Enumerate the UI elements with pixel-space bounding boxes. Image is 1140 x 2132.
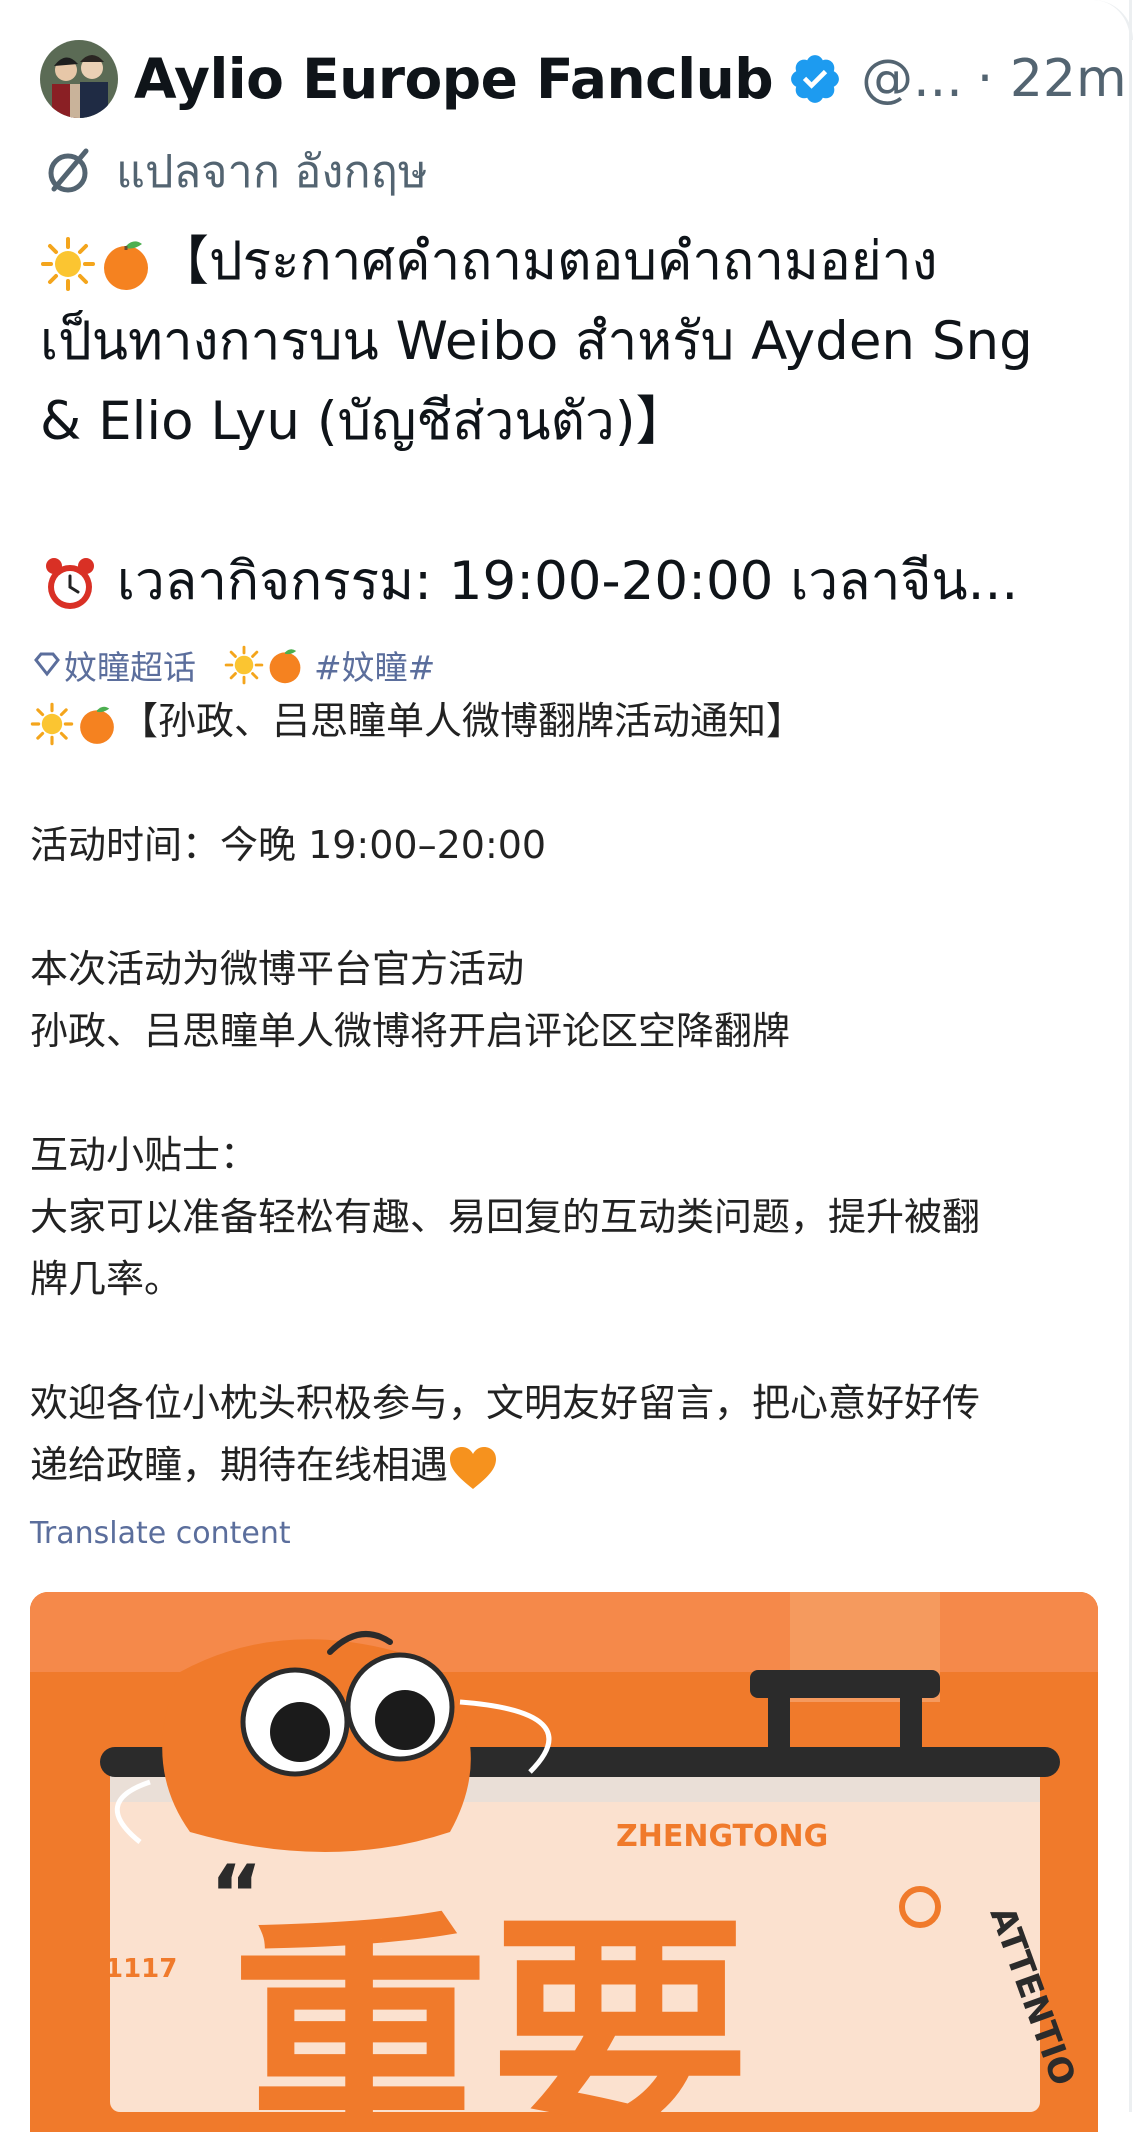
- post-line-1: 【ประกาศคำถามตอบคำถามอย่าง: [40, 222, 1100, 302]
- post-line-4: เวลากิจกรรม: 19:00-20:00 เวลาจีน...: [40, 542, 1100, 622]
- weibo-tips-1: 大家可以准备轻松有趣、易回复的互动类问题，提升被翻: [30, 1195, 981, 1239]
- post-line-2: เป็นทางการบน Weibo สำหรับ Ayden Sng: [40, 311, 1033, 372]
- orange-icon: [104, 241, 148, 291]
- author-name[interactable]: Aylio Europe Fanclub: [134, 47, 774, 111]
- diamond-icon: [34, 652, 60, 677]
- card-corner: [1070, 0, 1133, 40]
- avatar[interactable]: [40, 40, 118, 118]
- post-line-3: & Elio Lyu (บัญชีส่วนตัว)】: [40, 391, 689, 452]
- weibo-welcome-2-text: 递给政瞳，期待在线相遇: [30, 1443, 449, 1487]
- translation-notice-text: แปลจาก อังกฤษ: [116, 145, 428, 198]
- poster-brand: ZHENGTONG: [616, 1819, 828, 1854]
- card-border: [1129, 0, 1132, 2112]
- weibo-intro-2: 孙政、吕思瞳单人微博将开启评论区空降翻牌: [30, 1009, 791, 1053]
- sun-icon: [41, 237, 95, 292]
- orange-heart-icon: [450, 1446, 497, 1489]
- post-time[interactable]: · 22m: [977, 49, 1127, 109]
- quoted-weibo-content: 妏瞳超话 #妏瞳# 【孙政、吕思瞳单人微博翻牌活动通知】 活动时间：今晚 19:…: [30, 640, 1110, 1496]
- weibo-title-text: 【孙政、吕思瞳单人微博翻牌活动通知】: [120, 699, 805, 743]
- weibo-tips-2: 牌几率。: [30, 1257, 183, 1301]
- poster-illustration: ZHENGTONG 1117 “ 重要 ATTENTIO: [30, 1592, 1098, 2132]
- translate-content-link[interactable]: Translate content: [30, 1516, 291, 1551]
- post-text: 【ประกาศคำถามตอบคำถามอย่าง เป็นทางการบน W…: [40, 222, 1100, 622]
- orange-icon: [269, 649, 301, 684]
- author-handle[interactable]: @...: [861, 49, 963, 109]
- weibo-welcome-1: 欢迎各位小枕头积极参与，文明友好留言，把心意好好传: [30, 1381, 981, 1425]
- weibo-time-line: 活动时间：今晚 19:00–20:00: [30, 823, 547, 867]
- translation-notice[interactable]: แปลจาก อังกฤษ: [42, 128, 427, 214]
- sun-icon: [224, 645, 264, 685]
- post-image[interactable]: ZHENGTONG 1117 “ 重要 ATTENTIO: [30, 1592, 1098, 2132]
- weibo-intro-1: 本次活动为微博平台官方活动: [30, 947, 525, 991]
- topic-link[interactable]: 妏瞳超话: [64, 641, 196, 689]
- weibo-welcome-2: 递给政瞳，期待在线相遇: [30, 1434, 1110, 1496]
- separator: ·: [976, 49, 994, 109]
- orange-icon: [80, 706, 114, 744]
- post-header: Aylio Europe Fanclub @... · 22m: [40, 38, 1127, 120]
- poster-number: 1117: [105, 1954, 177, 1984]
- verified-badge-icon: [791, 55, 840, 103]
- post-time-value: 22m: [1009, 49, 1127, 109]
- post-line-1-text: 【ประกาศคำถามตอบคำถามอย่าง: [156, 231, 938, 292]
- post-line-4-text: เวลากิจกรรม: 19:00-20:00 เวลาจีน...: [116, 551, 1019, 612]
- alarm-clock-icon: [46, 558, 94, 610]
- translate-icon: [48, 148, 89, 193]
- sun-icon: [30, 702, 74, 745]
- topic-row: 妏瞳超话 #妏瞳#: [30, 640, 1110, 690]
- weibo-tips-title: 互动小贴士：: [30, 1133, 259, 1177]
- poster-big-text: 重要: [230, 1892, 750, 2132]
- weibo-title: 【孙政、吕思瞳单人微博翻牌活动通知】: [30, 690, 1110, 752]
- hashtag-link[interactable]: #妏瞳#: [314, 641, 435, 689]
